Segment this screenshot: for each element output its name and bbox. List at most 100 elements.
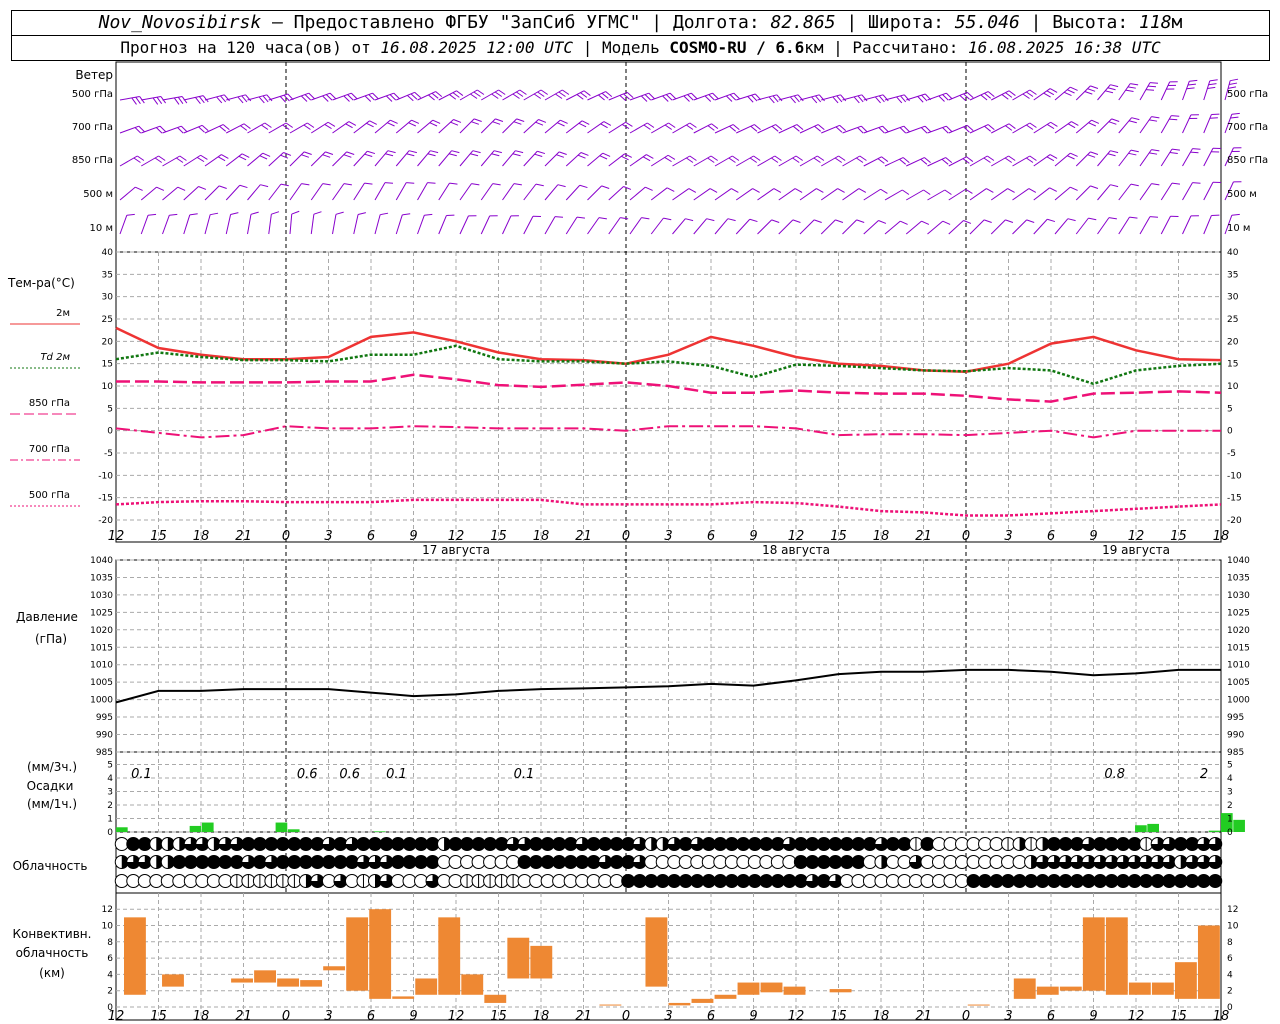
wind-barb-feather [920,158,928,165]
wind-barb-feather [857,127,864,134]
x-tick-label-bottom: 12 [448,1009,465,1024]
wind-barb-shaft [672,218,686,235]
wind-barb-shaft [502,118,517,134]
x-tick-label-bottom: 0 [962,1009,970,1024]
wind-barb-feather [666,187,675,192]
wind-barb-feather [712,92,719,100]
wind-barb-feather [180,125,188,133]
wind-barb-shaft [1054,152,1071,167]
wind-barb-shaft [608,121,626,134]
temp-legend-label: 700 гПа [29,444,70,455]
wind-barb-shaft [863,125,883,134]
wind-barb-feather [216,96,223,104]
wind-barb-feather [710,155,718,161]
wind-barb-shaft [948,91,968,101]
wind-barb-shaft [650,154,669,167]
wind-barb-shaft [268,214,272,235]
wind-barb-feather [859,155,867,161]
wind-barb-feather [347,94,354,101]
conv-cloud-bar [300,980,323,987]
precip-total-label: 2 [1200,767,1208,782]
wind-barb-feather [384,182,394,184]
wind-barb-feather [987,91,995,98]
wind-barb-shaft [417,119,434,134]
wind-barb-feather [1090,185,1099,189]
wind-barb-feather [966,91,974,99]
wind-level-label-right: 10 м [1227,223,1250,234]
precip-bar [116,827,128,832]
precip-y-tick: 4 [107,774,113,784]
wind-barb-feather [1189,79,1198,82]
wind-barb-shaft [735,218,751,235]
pressure-y-tick-right: 1025 [1227,608,1250,618]
wind-barb-feather [258,96,265,104]
wind-barb-feather [623,186,632,190]
wind-barb-feather [1029,122,1037,128]
wind-barb-feather [230,212,239,215]
precip-bar [1208,830,1221,832]
wind-barb-feather [131,97,137,105]
wind-barb-shaft [629,92,649,101]
wind-barb-feather [1007,188,1015,193]
wind-barb-shaft [990,188,1008,201]
wind-barb-shaft [565,184,581,201]
temp-y-tick-right: -10 [1227,471,1242,481]
wind-barb-feather [902,189,910,195]
wind-barb-feather [1070,152,1078,157]
wind-barb-feather [1190,151,1199,154]
wind-barb-shaft [927,189,946,201]
wind-level-label: 500 м [83,189,113,200]
wind-barb-feather [189,213,198,216]
wind-barb-feather [839,124,847,132]
wind-barb-feather [834,157,842,163]
wind-barb-feather [198,96,205,104]
wind-barb-feather [983,157,991,163]
conv-y-tick: 0 [107,1003,113,1013]
wind-barb-feather [667,154,676,160]
wind-barb-feather [300,95,308,102]
wind-barb-feather [261,124,269,130]
wind-barb-feather [1005,219,1014,223]
wind-barb-feather [179,155,187,161]
wind-barb-feather [1151,183,1160,186]
wind-barb-feather [307,122,315,128]
wind-barb-shaft [927,92,947,101]
wind-barb-feather [941,158,949,165]
wind-barb-shaft [204,185,220,201]
wind-barb-feather [945,92,953,100]
wind-barb-shaft [353,120,370,134]
wind-barb-shaft [969,124,989,134]
wind-barb-shaft [820,219,836,235]
wind-barb-shaft [778,155,797,167]
wind-barb-feather [472,150,481,154]
wind-barb-feather [452,92,460,98]
wind-barb-feather [1090,151,1099,155]
wind-barb-shaft [884,189,903,201]
wind-barb-feather [431,92,439,99]
wind-barb-feather [1145,89,1155,91]
wind-barb-feather [921,94,928,102]
wind-barb-shaft [374,214,381,235]
conv-cloud-bar [1082,917,1105,991]
wind-barb-feather [558,91,566,97]
wind-barb-feather [938,95,945,102]
wind-barb-feather [1230,116,1239,119]
precip-y-tick-right: 3 [1227,788,1233,798]
wind-barb-feather [792,157,800,163]
wind-barb-feather [385,95,393,102]
temp-y-tick: 30 [102,293,114,303]
wind-barb-feather [690,92,698,100]
wind-barb-feather [560,119,568,124]
wind-barb-feather [987,124,995,131]
precip-total-label: 0.1 [131,767,152,782]
wind-barb-feather [902,157,910,164]
wind-barb-feather [1050,121,1058,127]
wind-barb-shaft [1182,182,1193,201]
wind-barb-feather [753,155,761,161]
wind-barb-feather [984,125,992,132]
wind-barb-shaft [1097,217,1110,235]
wind-barb-shaft [650,122,669,134]
wind-barb-feather [304,94,312,101]
wind-barb-shaft [1097,118,1112,134]
wind-barb-feather [1128,152,1137,156]
